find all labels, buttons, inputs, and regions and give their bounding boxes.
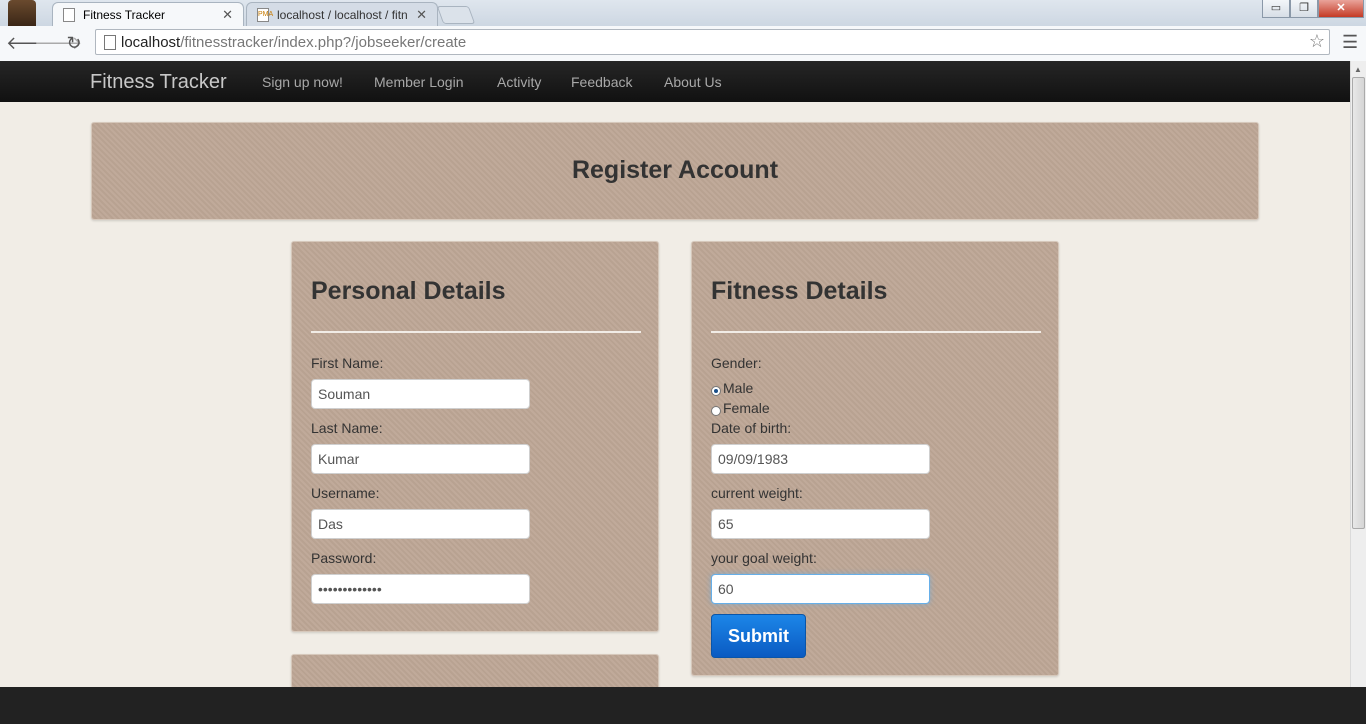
window-close-icon[interactable]: ✕ — [1318, 0, 1364, 18]
gender-female-label: Female — [723, 400, 770, 416]
user-avatar[interactable] — [8, 0, 36, 26]
page-icon — [104, 35, 116, 50]
username-label: Username: — [311, 485, 380, 501]
goal-weight-label: your goal weight: — [711, 550, 817, 566]
divider — [711, 331, 1041, 333]
radio-female[interactable] — [711, 406, 721, 416]
site-navbar: Fitness Tracker Sign up now! Member Logi… — [0, 61, 1350, 102]
page-scrollbar[interactable]: ▲ — [1350, 61, 1366, 687]
page-title: Register Account — [571, 156, 779, 184]
nav-activity[interactable]: Activity — [497, 74, 541, 90]
gender-option-female[interactable]: Female — [711, 400, 770, 416]
personal-details-card: Personal Details First Name: Last Name: … — [291, 241, 659, 632]
last-name-label: Last Name: — [311, 420, 383, 436]
brand-link[interactable]: Fitness Tracker — [90, 71, 227, 94]
register-header-panel: Register Account — [91, 122, 1259, 220]
minimize-icon[interactable]: ▭ — [1262, 0, 1290, 18]
url-path: /fitnesstracker/index.php?/jobseeker/cre… — [180, 34, 467, 51]
close-icon[interactable]: ✕ — [416, 7, 427, 23]
current-weight-label: current weight: — [711, 485, 803, 501]
bookmark-star-icon[interactable]: ☆ — [1309, 31, 1325, 52]
dob-label: Date of birth: — [711, 420, 792, 436]
address-bar[interactable]: localhost/fitnesstracker/index.php?/jobs… — [95, 29, 1330, 55]
radio-male[interactable] — [711, 386, 721, 396]
new-tab-button[interactable] — [436, 6, 476, 24]
window-controls: ▭ ❐ ✕ — [1262, 0, 1364, 18]
gender-male-label: Male — [723, 380, 754, 396]
forward-arrow-icon[interactable]: 🡒 — [34, 32, 82, 54]
tab-title: Fitness Tracker — [83, 7, 166, 22]
submit-button[interactable]: Submit — [711, 614, 806, 658]
url-host: localhost — [121, 34, 181, 51]
fitness-details-card: Fitness Details Gender: Male Female Date… — [691, 241, 1059, 676]
scrollbar-thumb[interactable] — [1352, 77, 1365, 529]
page-footer — [0, 687, 1366, 724]
tab-title: localhost / localhost / fitn — [277, 7, 408, 22]
tab-fitness-tracker[interactable]: Fitness Tracker ✕ — [52, 2, 244, 26]
reload-icon[interactable]: ↻ — [63, 32, 85, 54]
nav-member-login[interactable]: Member Login — [374, 74, 464, 90]
divider — [311, 331, 641, 333]
nav-sign-up[interactable]: Sign up now! — [262, 74, 343, 90]
personal-details-heading: Personal Details — [311, 277, 506, 305]
nav-feedback[interactable]: Feedback — [571, 74, 632, 90]
scroll-up-icon[interactable]: ▲ — [1354, 65, 1362, 74]
browser-toolbar: 🡐 🡒 ↻ localhost/fitnesstracker/index.php… — [0, 26, 1366, 62]
goal-weight-input[interactable] — [711, 574, 930, 604]
dob-input[interactable] — [711, 444, 930, 474]
password-input[interactable] — [311, 574, 530, 604]
first-name-label: First Name: — [311, 355, 384, 371]
password-label: Password: — [311, 550, 377, 566]
gender-label: Gender: — [711, 355, 762, 371]
phpmyadmin-icon: PMA — [257, 7, 273, 22]
nav-about-us[interactable]: About Us — [664, 74, 722, 90]
browser-tabstrip: Fitness Tracker ✕ PMA localhost / localh… — [0, 0, 1366, 26]
first-name-input[interactable] — [311, 379, 530, 409]
current-weight-input[interactable] — [711, 509, 930, 539]
last-name-input[interactable] — [311, 444, 530, 474]
url-text: localhost/fitnesstracker/index.php?/jobs… — [121, 34, 466, 51]
username-input[interactable] — [311, 509, 530, 539]
gender-option-male[interactable]: Male — [711, 380, 753, 396]
restore-icon[interactable]: ❐ — [1290, 0, 1318, 18]
page-icon — [63, 7, 75, 22]
browser-menu-icon[interactable]: ☰ — [1342, 32, 1358, 53]
close-icon[interactable]: ✕ — [222, 7, 233, 23]
tab-phpmyadmin[interactable]: PMA localhost / localhost / fitn ✕ — [246, 2, 438, 26]
back-arrow-icon[interactable]: 🡐 — [6, 32, 54, 54]
fitness-details-heading: Fitness Details — [711, 277, 888, 305]
